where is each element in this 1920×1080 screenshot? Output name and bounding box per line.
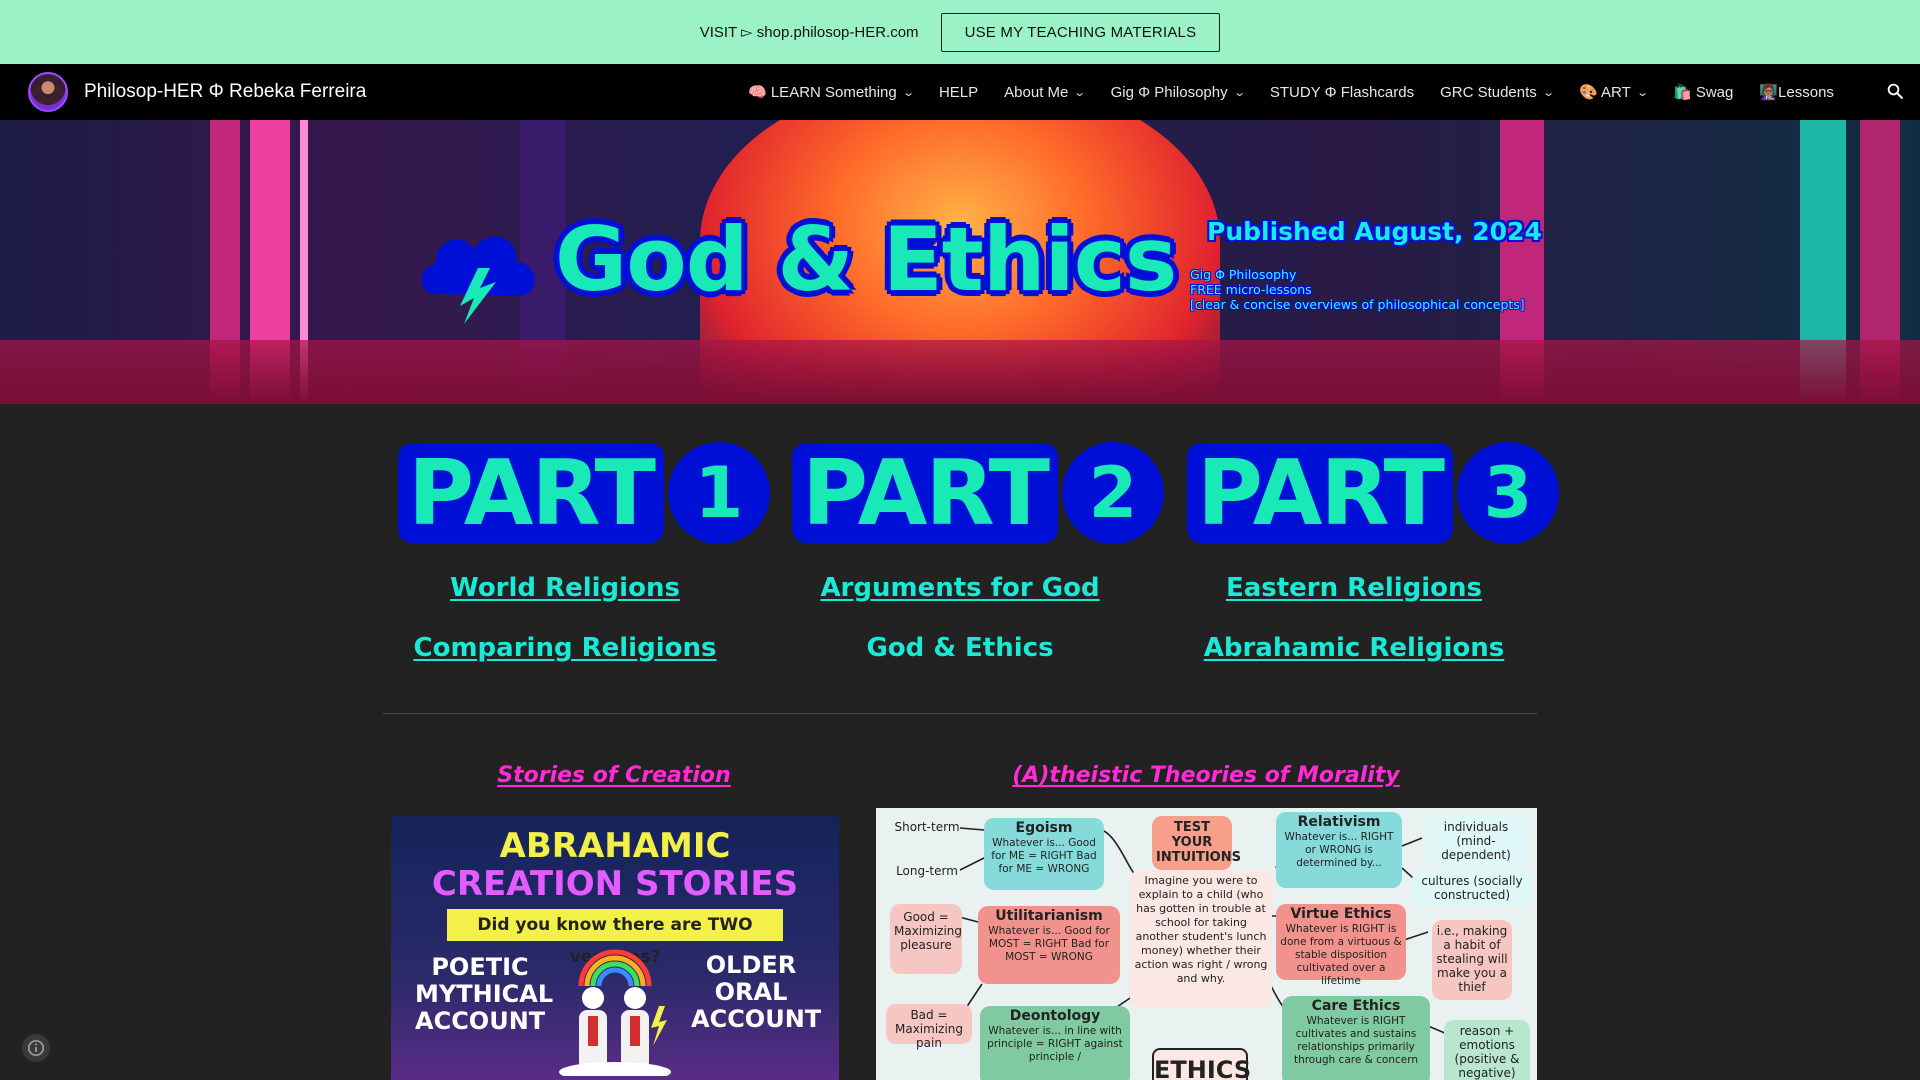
- egoism-title: Egoism: [1015, 820, 1073, 836]
- nav-item-lessons[interactable]: 👩🏽‍🏫Lessons: [1759, 83, 1834, 101]
- nav-item-swag[interactable]: 🛍️ Swag: [1673, 83, 1733, 101]
- link-world-religions[interactable]: World Religions: [365, 573, 765, 603]
- nav-item-gig-philosophy[interactable]: Gig Φ Philosophy ⌄: [1110, 83, 1246, 101]
- center-text: Imagine you were to explain to a child (…: [1134, 874, 1268, 985]
- part-2-heading: PART 2: [792, 440, 1165, 545]
- current-page-god-ethics: God & Ethics: [866, 633, 1054, 663]
- nav-item-label: GRC Students: [1440, 83, 1537, 101]
- ethics-banner-label: ETHICS: [1152, 1048, 1251, 1080]
- egoism-text: Whatever is... Good for ME = RIGHT Bad f…: [991, 837, 1097, 875]
- care-text: Whatever is RIGHT cultivates and sustain…: [1293, 1015, 1419, 1066]
- search-icon[interactable]: [1886, 82, 1904, 100]
- care-ethics-node: Care Ethics Whatever is RIGHT cultivates…: [1282, 996, 1430, 1080]
- utilitarianism-node: Utilitarianism Whatever is... Good for M…: [978, 906, 1120, 984]
- deon-text: Whatever is... in line with principle = …: [987, 1025, 1123, 1063]
- nav-item-flashcards[interactable]: STUDY Φ Flashcards: [1270, 84, 1414, 101]
- ethics-concept-map[interactable]: Short-term Long-term Egoism Whatever is.…: [876, 808, 1537, 1080]
- relativism-title: Relativism: [1297, 814, 1381, 830]
- hero-banner: God & Ethics Published August, 2024 Gig …: [0, 120, 1920, 404]
- hero-subtitle-line: [clear & concise overviews of philosophi…: [1190, 297, 1525, 312]
- poster-heading: ABRAHAMIC: [499, 826, 731, 866]
- nav-item-art[interactable]: 🎨 ART ⌄: [1579, 83, 1649, 101]
- hero-subtitle-line: FREE micro-lessons: [1190, 282, 1312, 297]
- nav-item-label: Gig Φ Philosophy: [1110, 83, 1228, 101]
- info-icon[interactable]: [27, 1039, 45, 1057]
- promo-banner: VISIT ▻ shop.philosop-HER.com USE MY TEA…: [0, 0, 1920, 64]
- chevron-down-icon[interactable]: ⌄: [1636, 86, 1649, 99]
- part-number: 1: [668, 441, 771, 544]
- deon-title: Deontology: [1009, 1008, 1101, 1024]
- util-title: Utilitarianism: [995, 908, 1103, 924]
- part-number: 2: [1062, 441, 1165, 544]
- virtue-title: Virtue Ethics: [1290, 906, 1392, 922]
- chevron-down-icon[interactable]: ⌄: [1542, 86, 1555, 99]
- virtue-example-label: i.e., making a habit of stealing will ma…: [1432, 920, 1512, 1000]
- storm-cloud-icon: [421, 236, 535, 324]
- nav-item-about[interactable]: About Me ⌄: [1004, 83, 1087, 101]
- nav-item-label: 🧠 LEARN Something: [748, 84, 897, 101]
- part-word: PART: [398, 442, 665, 543]
- part-1-heading: PART 1: [398, 440, 771, 545]
- test-title: TEST YOUR INTUITIONS: [1156, 820, 1241, 865]
- stories-of-creation-link[interactable]: Stories of Creation: [414, 763, 814, 788]
- test-intuitions-node: TEST YOUR INTUITIONS: [1152, 816, 1241, 870]
- poster-left-label: POETIC MYTHICAL ACCOUNT: [415, 953, 554, 1035]
- poster-question: Did you know there are TWO versions?: [447, 909, 783, 967]
- nav-item-grc-students[interactable]: GRC Students ⌄: [1440, 83, 1555, 101]
- relativism-text: Whatever is... RIGHT or WRONG is determi…: [1284, 831, 1394, 869]
- center-prompt: Imagine you were to explain to a child (…: [1130, 870, 1272, 1008]
- relativism-node: Relativism Whatever is... RIGHT or WRONG…: [1276, 812, 1402, 888]
- teaching-materials-button[interactable]: USE MY TEACHING MATERIALS: [940, 12, 1221, 52]
- site-title[interactable]: Philosop-HER Φ Rebeka Ferreira: [84, 81, 366, 103]
- nav-item-label: 🛍️ Swag: [1672, 84, 1734, 101]
- nav-item-label: About Me: [1004, 83, 1069, 101]
- link-comparing-religions[interactable]: Comparing Religions: [365, 633, 765, 663]
- bad-maximizing-label: Bad = Maximizing pain: [886, 1004, 972, 1050]
- cultures-label: cultures (socially constructed): [1412, 870, 1532, 906]
- short-term-label: Short-term: [894, 820, 960, 834]
- reason-emotions-label: reason + emotions (positive & negative): [1444, 1020, 1530, 1080]
- site-logo-avatar[interactable]: [28, 72, 68, 112]
- atheistic-theories-link[interactable]: (A)theistic Theories of Morality: [966, 763, 1446, 788]
- virtue-text: Whatever is RIGHT is done from a virtuou…: [1280, 923, 1402, 987]
- section-divider: [383, 713, 1537, 714]
- link-eastern-religions[interactable]: Eastern Religions: [1154, 573, 1554, 603]
- nav-item-learn[interactable]: 🧠 LEARN Something ⌄: [748, 83, 915, 101]
- chevron-down-icon[interactable]: ⌄: [1074, 86, 1087, 99]
- hero-floor: [0, 340, 1920, 404]
- individuals-label: individuals (mind-dependent): [1424, 816, 1528, 866]
- part-word: PART: [1187, 442, 1454, 543]
- link-arguments-for-god[interactable]: Arguments for God: [760, 573, 1160, 603]
- good-maximizing-label: Good = Maximizing pleasure: [890, 904, 962, 974]
- promo-text: VISIT ▻ shop.philosop-HER.com: [699, 24, 919, 41]
- nav-item-label: HELP: [938, 83, 979, 101]
- egoism-node: Egoism Whatever is... Good for ME = RIGH…: [984, 818, 1104, 890]
- two-figures-icon: [559, 987, 671, 1076]
- link-abrahamic-religions[interactable]: Abrahamic Religions: [1154, 633, 1554, 663]
- chevron-down-icon[interactable]: ⌄: [1233, 86, 1246, 99]
- creation-stories-poster[interactable]: ABRAHAMIC CREATION STORIES Did you know …: [391, 816, 839, 1080]
- nav-item-help[interactable]: HELP: [939, 84, 978, 101]
- site-info-button[interactable]: [22, 1034, 50, 1062]
- long-term-label: Long-term: [896, 864, 958, 878]
- part-3-heading: PART 3: [1187, 440, 1560, 545]
- hero-subtitle-line: Gig Φ Philosophy: [1190, 267, 1297, 282]
- top-navigation: Philosop-HER Φ Rebeka Ferreira 🧠 LEARN S…: [0, 64, 1920, 120]
- hero-title: God & Ethics: [555, 208, 1177, 311]
- part-word: PART: [792, 442, 1059, 543]
- nav-menu: 🧠 LEARN Something ⌄ HELP About Me ⌄ Gig Φ …: [748, 64, 1860, 120]
- virtue-ethics-node: Virtue Ethics Whatever is RIGHT is done …: [1276, 904, 1406, 987]
- deontology-node: Deontology Whatever is... in line with p…: [980, 1006, 1130, 1080]
- chevron-down-icon[interactable]: ⌄: [902, 86, 915, 99]
- nav-item-label: 🎨 ART: [1579, 84, 1631, 101]
- published-date: Published August, 2024: [1207, 217, 1542, 246]
- care-title: Care Ethics: [1311, 998, 1401, 1014]
- util-text: Whatever is... Good for MOST = RIGHT Bad…: [988, 925, 1110, 963]
- poster-right-label: OLDER ORAL ACCOUNT: [691, 951, 822, 1033]
- part-number: 3: [1457, 441, 1560, 544]
- nav-item-label: STUDY Φ Flashcards: [1269, 83, 1415, 101]
- nav-item-label: 👩🏽‍🏫Lessons: [1759, 84, 1834, 101]
- poster-heading: CREATION STORIES: [431, 864, 799, 904]
- hero-subtitle: Gig Φ Philosophy FREE micro-lessons [cle…: [1190, 267, 1525, 312]
